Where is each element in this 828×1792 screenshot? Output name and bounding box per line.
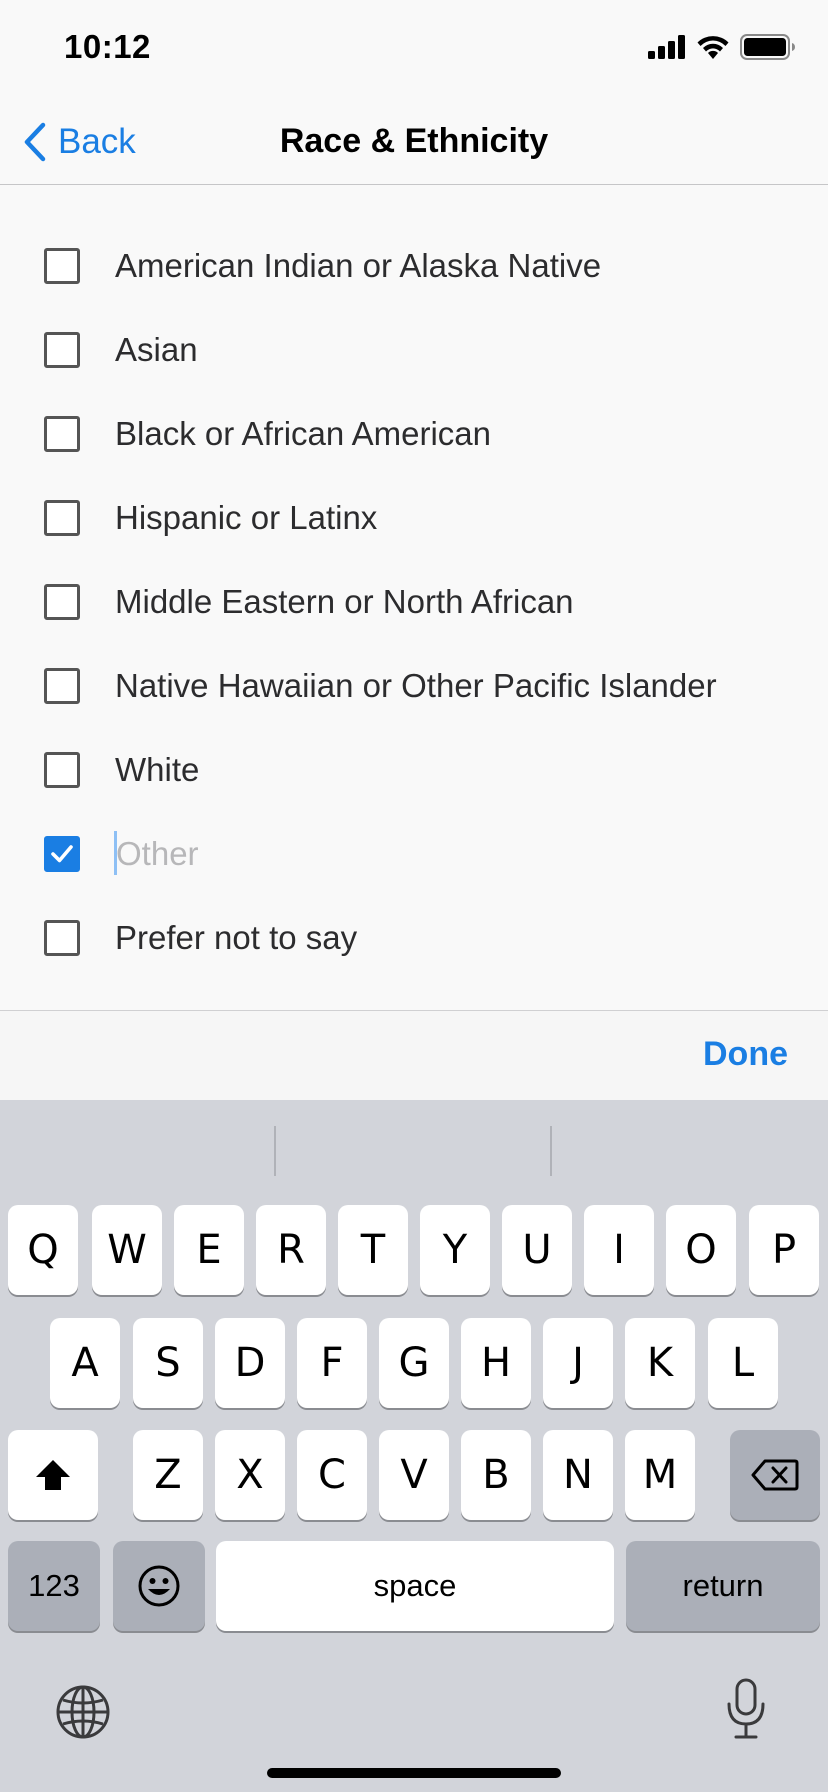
key-k[interactable]: K (625, 1318, 695, 1408)
option-label: American Indian or Alaska Native (115, 247, 602, 284)
keyboard: Q W E R T Y U I O P A S D F G H J K L Z … (0, 1100, 828, 1792)
other-text-input[interactable] (114, 831, 774, 877)
shift-key[interactable] (8, 1430, 98, 1520)
page-title: Race & Ethnicity (279, 122, 549, 160)
key-o[interactable]: O (666, 1205, 736, 1295)
key-l[interactable]: L (708, 1318, 778, 1408)
option-label: Middle Eastern or North African (115, 583, 574, 620)
key-z[interactable]: Z (133, 1430, 203, 1520)
delete-key[interactable] (730, 1430, 820, 1520)
status-time: 10:12 (64, 28, 151, 65)
numbers-key[interactable]: 123 (8, 1541, 100, 1631)
suggestion-divider (274, 1126, 276, 1176)
checkbox[interactable] (44, 584, 80, 620)
status-icons (648, 34, 796, 60)
option-label: Black or African American (115, 415, 491, 452)
checkbox[interactable] (44, 248, 80, 284)
option-label: Hispanic or Latinx (115, 499, 378, 536)
suggestion-divider (550, 1126, 552, 1176)
option-native-hawaiian[interactable]: Native Hawaiian or Other Pacific Islande… (0, 644, 828, 728)
key-s[interactable]: S (133, 1318, 203, 1408)
key-m[interactable]: M (625, 1430, 695, 1520)
option-label: Prefer not to say (115, 919, 358, 956)
return-key[interactable]: return (626, 1541, 820, 1631)
home-indicator[interactable] (267, 1768, 561, 1778)
option-label: Native Hawaiian or Other Pacific Islande… (115, 667, 717, 704)
key-f[interactable]: F (297, 1318, 367, 1408)
checkbox-checked[interactable] (44, 836, 80, 872)
option-asian[interactable]: Asian (0, 308, 828, 392)
key-d[interactable]: D (215, 1318, 285, 1408)
option-label: Asian (115, 331, 198, 368)
key-n[interactable]: N (543, 1430, 613, 1520)
option-american-indian[interactable]: American Indian or Alaska Native (0, 224, 828, 308)
wifi-icon (697, 36, 729, 59)
suggestion-bar (0, 1100, 828, 1200)
option-hispanic[interactable]: Hispanic or Latinx (0, 476, 828, 560)
emoji-key[interactable] (113, 1541, 205, 1631)
shift-arrow-icon (36, 1460, 70, 1490)
text-cursor (114, 831, 117, 875)
key-i[interactable]: I (584, 1205, 654, 1295)
key-j[interactable]: J (543, 1318, 613, 1408)
option-white[interactable]: White (0, 728, 828, 812)
key-t[interactable]: T (338, 1205, 408, 1295)
key-p[interactable]: P (749, 1205, 819, 1295)
key-a[interactable]: A (50, 1318, 120, 1408)
checkbox[interactable] (44, 920, 80, 956)
keyboard-accessory-bar: Done (0, 1010, 828, 1100)
option-prefer-not-to-say[interactable]: Prefer not to say (0, 896, 828, 980)
checkbox[interactable] (44, 500, 80, 536)
cellular-signal-icon (648, 35, 685, 59)
key-g[interactable]: G (379, 1318, 449, 1408)
key-e[interactable]: E (174, 1205, 244, 1295)
checkbox[interactable] (44, 668, 80, 704)
key-x[interactable]: X (215, 1430, 285, 1520)
microphone-icon[interactable] (726, 1678, 766, 1740)
battery-icon (740, 34, 795, 60)
navigation-bar: Back Race & Ethnicity (0, 100, 828, 185)
emoji-icon (138, 1565, 180, 1607)
checkmark-icon (51, 845, 73, 863)
checkbox[interactable] (44, 752, 80, 788)
globe-icon[interactable] (55, 1684, 111, 1740)
key-c[interactable]: C (297, 1430, 367, 1520)
option-other[interactable] (0, 812, 828, 896)
key-h[interactable]: H (461, 1318, 531, 1408)
checkbox[interactable] (44, 332, 80, 368)
key-r[interactable]: R (256, 1205, 326, 1295)
key-y[interactable]: Y (420, 1205, 490, 1295)
status-bar: 10:12 (0, 0, 828, 100)
option-black[interactable]: Black or African American (0, 392, 828, 476)
key-w[interactable]: W (92, 1205, 162, 1295)
ethnicity-options-list: American Indian or Alaska Native Asian B… (0, 224, 828, 980)
key-q[interactable]: Q (8, 1205, 78, 1295)
space-key[interactable]: space (216, 1541, 614, 1631)
checkbox[interactable] (44, 416, 80, 452)
key-v[interactable]: V (379, 1430, 449, 1520)
backspace-icon (751, 1459, 799, 1491)
option-middle-eastern[interactable]: Middle Eastern or North African (0, 560, 828, 644)
done-button[interactable]: Done (703, 1035, 788, 1074)
key-u[interactable]: U (502, 1205, 572, 1295)
key-b[interactable]: B (461, 1430, 531, 1520)
option-label: White (115, 751, 200, 788)
